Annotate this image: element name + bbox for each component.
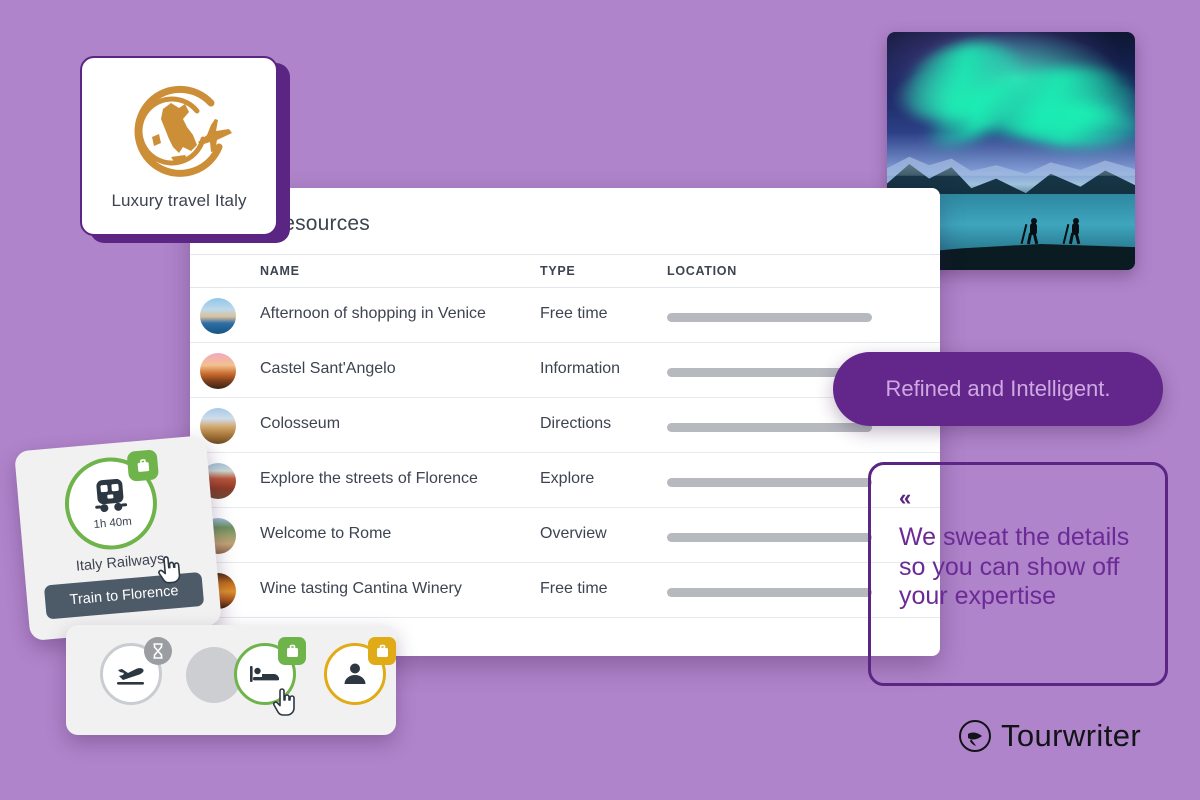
row-thumbnail (200, 353, 236, 389)
row-location-placeholder (667, 478, 872, 487)
hand-cursor-icon (158, 556, 181, 584)
resources-table-card: resources NAME TYPE LOCATION Afternoon o… (190, 188, 940, 656)
bed-icon (250, 666, 279, 682)
train-segment-card[interactable]: 1h 40m Italy Railways Train to Florence (14, 434, 222, 642)
table-header-row: NAME TYPE LOCATION (190, 254, 940, 288)
poster-canvas: resources NAME TYPE LOCATION Afternoon o… (0, 0, 1200, 800)
row-location-placeholder (667, 313, 872, 322)
row-location-placeholder (667, 588, 872, 597)
quote-callout-box: « We sweat the details so you can show o… (868, 462, 1168, 686)
table-row[interactable]: Explore the streets of Florence Explore (190, 453, 940, 508)
logo-caption: Luxury travel Italy (111, 191, 247, 210)
quote-mark-icon: « (899, 485, 912, 510)
row-type: Free time (540, 305, 608, 322)
pill-label: Refined and Intelligent. (885, 376, 1111, 401)
hiker-silhouette-icon (1020, 217, 1040, 245)
hourglass-icon (144, 637, 172, 665)
table-row[interactable]: Colosseum Directions (190, 398, 940, 453)
page-title: resources (276, 212, 371, 235)
person-icon (344, 663, 366, 684)
row-name: Colosseum (260, 415, 341, 432)
train-duration: 1h 40m (93, 515, 133, 532)
service-icon-bar (66, 625, 396, 735)
italy-globe-airplane-icon (134, 85, 232, 177)
luxury-travel-italy-card: Luxury travel Italy (80, 56, 278, 236)
row-type: Directions (540, 415, 612, 432)
table-row[interactable]: Wine tasting Cantina Winery Free time (190, 563, 940, 618)
airplane-landing-icon (117, 668, 144, 685)
hiker-silhouette-icon (1062, 217, 1082, 245)
row-type: Overview (540, 525, 607, 542)
tourwriter-circle-arrow-logo (959, 720, 991, 752)
row-name: Explore the streets of Florence (260, 470, 478, 487)
table-row[interactable]: Welcome to Rome Overview (190, 508, 940, 563)
hand-cursor-icon (272, 688, 295, 716)
table-row[interactable]: Castel Sant'Angelo Information (190, 343, 940, 398)
row-name: Welcome to Rome (260, 525, 392, 542)
row-type: Free time (540, 580, 608, 597)
train-icon (95, 478, 128, 513)
row-location-placeholder (667, 533, 872, 542)
column-header-type: TYPE (540, 264, 576, 278)
row-thumbnail (200, 408, 236, 444)
row-name: Castel Sant'Angelo (260, 360, 396, 377)
row-location-placeholder (667, 423, 872, 432)
briefcase-icon (278, 637, 306, 665)
tourwriter-brand: Tourwriter (958, 718, 1141, 754)
row-type: Explore (540, 470, 595, 487)
tooltip-label: Train to Florence (69, 582, 180, 609)
row-name: Afternoon of shopping in Venice (260, 305, 486, 322)
brand-name: Tourwriter (1001, 718, 1142, 753)
column-header-location: LOCATION (667, 264, 737, 278)
table-row[interactable]: Afternoon of shopping in Venice Free tim… (190, 288, 940, 343)
row-name: Wine tasting Cantina Winery (260, 580, 462, 597)
quote-text: We sweat the details so you can show off… (899, 523, 1130, 610)
briefcase-icon (126, 449, 160, 482)
column-header-name: NAME (260, 264, 300, 278)
row-type: Information (540, 360, 621, 377)
briefcase-icon (368, 637, 396, 665)
row-thumbnail (200, 298, 236, 334)
refined-intelligent-badge: Refined and Intelligent. (833, 352, 1163, 426)
